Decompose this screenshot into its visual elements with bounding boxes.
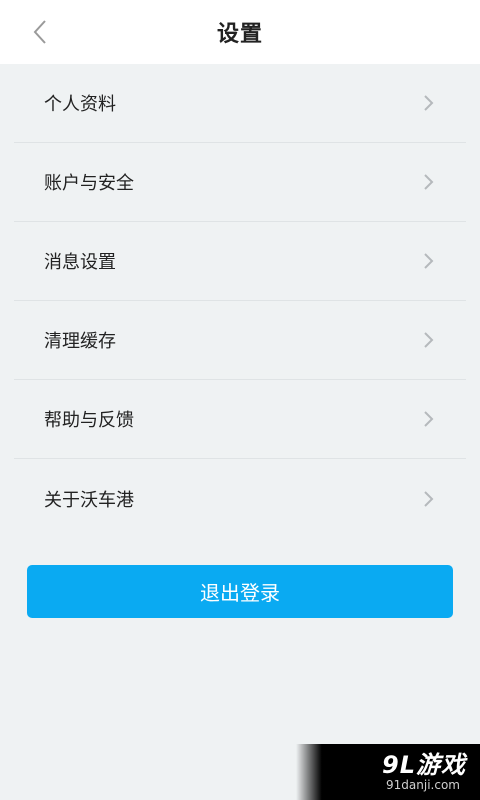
menu-item-label: 帮助与反馈 bbox=[44, 410, 134, 431]
chevron-right-icon bbox=[424, 253, 434, 269]
menu-item-profile[interactable]: 个人资料 bbox=[14, 64, 466, 143]
menu-item-label: 消息设置 bbox=[44, 252, 116, 273]
menu-item-about[interactable]: 关于沃车港 bbox=[14, 459, 466, 538]
settings-menu: 个人资料 账户与安全 消息设置 清理缓存 帮助与反馈 关于沃车港 bbox=[0, 64, 480, 538]
menu-item-label: 账户与安全 bbox=[44, 173, 134, 194]
chevron-right-icon bbox=[424, 411, 434, 427]
watermark-logo: 9L游戏 91danji.com bbox=[296, 744, 480, 800]
menu-item-label: 关于沃车港 bbox=[44, 489, 134, 511]
app-header: 设置 bbox=[0, 0, 480, 64]
chevron-right-icon bbox=[424, 95, 434, 111]
menu-item-message-settings[interactable]: 消息设置 bbox=[14, 222, 466, 301]
back-button[interactable] bbox=[22, 14, 58, 50]
menu-item-label: 清理缓存 bbox=[44, 331, 116, 352]
chevron-left-icon bbox=[33, 20, 46, 44]
menu-item-account-security[interactable]: 账户与安全 bbox=[14, 143, 466, 222]
menu-item-clear-cache[interactable]: 清理缓存 bbox=[14, 301, 466, 380]
chevron-right-icon bbox=[424, 490, 434, 507]
logout-button[interactable]: 退出登录 bbox=[27, 565, 453, 618]
chevron-right-icon bbox=[424, 174, 434, 190]
menu-item-label: 个人资料 bbox=[44, 94, 116, 115]
menu-item-help-feedback[interactable]: 帮助与反馈 bbox=[14, 380, 466, 459]
chevron-right-icon bbox=[424, 332, 434, 348]
page-title: 设置 bbox=[216, 22, 263, 47]
watermark-title: 9L游戏 bbox=[382, 751, 466, 779]
watermark-url: 91danji.com bbox=[386, 778, 460, 792]
